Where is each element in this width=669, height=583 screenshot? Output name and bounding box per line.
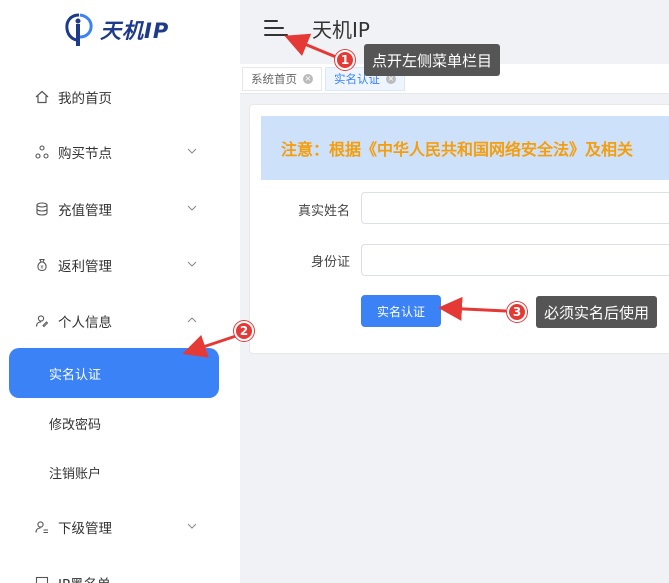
annotation-badge-1: 1 (335, 50, 355, 70)
user-edit-icon (34, 313, 50, 329)
annotation-tooltip-1: 点开左侧菜单栏目 (364, 44, 501, 76)
blacklist-icon (34, 575, 50, 583)
id-label: 身份证 (310, 255, 350, 270)
sidebar-subitem-label: 实名认证 (49, 367, 102, 383)
sidebar: 天机IP 我的首页 购买节点 充值管理 ¥ 返利管理 个人信息 实名认证 修改密… (0, 0, 240, 583)
sidebar-item-subordinates[interactable]: 下级管理 (0, 507, 240, 547)
sidebar-item-label: 我的首页 (58, 91, 112, 107)
tab-label: 系统首页 (251, 72, 297, 86)
sidebar-item-rebate[interactable]: ¥ 返利管理 (0, 245, 240, 285)
sidebar-item-label: 下级管理 (58, 521, 112, 537)
user-list-icon (34, 519, 50, 535)
sidebar-item-label: 购买节点 (58, 146, 112, 162)
notice-banner: 注意：根据《中华人民共和国网络安全法》及相关 (261, 116, 669, 180)
real-name-input[interactable] (361, 192, 669, 224)
annotation-tooltip-3: 必须实名后使用 (536, 296, 658, 328)
logo[interactable]: 天机IP (64, 8, 169, 52)
close-icon[interactable]: × (303, 74, 313, 84)
menu-toggle-icon[interactable] (264, 18, 288, 38)
id-card-input[interactable] (361, 244, 669, 276)
sidebar-item-label: IP黑名单 (58, 573, 111, 583)
sidebar-subitem-real-name[interactable]: 实名认证 (9, 348, 219, 398)
sidebar-item-buy-nodes[interactable]: 购买节点 (0, 132, 240, 172)
sidebar-item-ip-blacklist[interactable]: IP黑名单 (0, 563, 240, 583)
sidebar-subitem-change-password[interactable]: 修改密码 (0, 403, 240, 443)
chevron-down-icon (187, 148, 197, 154)
sidebar-item-recharge[interactable]: 充值管理 (0, 189, 240, 229)
sidebar-item-personal-info[interactable]: 个人信息 (0, 301, 240, 341)
sidebar-subitem-cancel-account[interactable]: 注销账户 (0, 452, 240, 492)
page-title: 天机IP (312, 18, 370, 42)
notice-text: 注意：根据《中华人民共和国网络安全法》及相关 (281, 140, 634, 159)
nodes-icon (34, 144, 50, 160)
tab-system-home[interactable]: 系统首页 × (242, 67, 322, 91)
chevron-up-icon (187, 317, 197, 323)
submit-real-name-button[interactable]: 实名认证 (361, 295, 441, 327)
sidebar-item-label: 返利管理 (58, 259, 112, 275)
annotation-badge-3: 3 (507, 302, 527, 322)
logo-mark-icon (64, 12, 94, 48)
sidebar-item-home[interactable]: 我的首页 (0, 77, 240, 117)
chevron-down-icon (187, 523, 197, 529)
home-icon (34, 89, 50, 105)
name-label: 真实姓名 (297, 204, 350, 219)
sidebar-subitem-label: 注销账户 (49, 466, 102, 482)
logo-text: 天机IP (100, 19, 170, 43)
chevron-down-icon (187, 261, 197, 267)
annotation-badge-2: 2 (234, 321, 254, 341)
database-icon (34, 201, 50, 217)
chevron-down-icon (187, 205, 197, 211)
sidebar-item-label: 充值管理 (58, 203, 112, 219)
svg-text:¥: ¥ (40, 265, 43, 271)
sidebar-subitem-label: 修改密码 (49, 417, 102, 433)
sidebar-item-label: 个人信息 (58, 315, 112, 331)
money-bag-icon: ¥ (34, 257, 50, 273)
